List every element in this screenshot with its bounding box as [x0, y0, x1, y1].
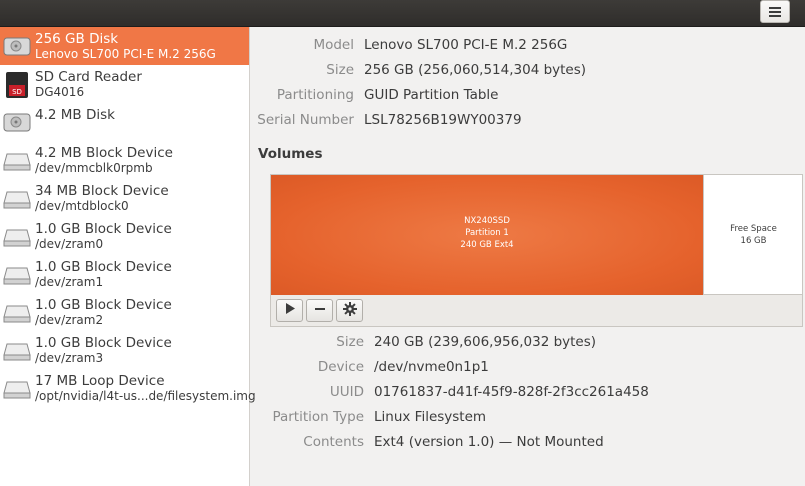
- hard-disk-icon: [3, 34, 31, 58]
- device-name: 34 MB Block Device: [35, 183, 169, 199]
- device-item-4-2mb-disk[interactable]: 4.2 MB Disk: [0, 103, 249, 141]
- device-name: 1.0 GB Block Device: [35, 259, 172, 275]
- block-device-icon: [3, 224, 31, 248]
- disk-detail-panel: Model Lenovo SL700 PCI-E M.2 256G Size 2…: [251, 27, 805, 486]
- device-item-zram0[interactable]: 1.0 GB Block Device /dev/zram0: [0, 217, 249, 255]
- partition-row-device: Device /dev/nvme0n1p1: [251, 359, 805, 379]
- device-item-zram1[interactable]: 1.0 GB Block Device /dev/zram1: [0, 255, 249, 293]
- hamburger-menu-icon[interactable]: [760, 0, 790, 23]
- partition-row-partition-type: Partition Type Linux Filesystem: [251, 409, 805, 429]
- info-value: /dev/nvme0n1p1: [374, 359, 489, 375]
- info-label: Size: [336, 334, 364, 350]
- device-subtitle: /dev/zram1: [35, 275, 104, 289]
- mount-button[interactable]: [276, 299, 303, 322]
- title-bar: [0, 0, 805, 27]
- device-item-mmcblk0rpmb[interactable]: 4.2 MB Block Device /dev/mmcblk0rpmb: [0, 141, 249, 179]
- info-row-model: Model Lenovo SL700 PCI-E M.2 256G: [251, 37, 805, 57]
- block-device-icon: [3, 338, 31, 362]
- block-device-icon: [3, 148, 31, 172]
- info-label: UUID: [329, 384, 364, 400]
- info-value: LSL78256B19WY00379: [364, 112, 522, 128]
- play-icon: [285, 303, 295, 318]
- block-device-icon: [3, 186, 31, 210]
- device-name: 17 MB Loop Device: [35, 373, 165, 389]
- info-value: 240 GB (239,606,956,032 bytes): [374, 334, 597, 350]
- info-value: 01761837-d41f-45f9-828f-2f3cc261a458: [374, 384, 649, 400]
- device-list: 256 GB Disk Lenovo SL700 PCI-E M.2 256G …: [0, 27, 256, 486]
- device-subtitle: DG4016: [35, 85, 85, 99]
- volume-map: NX240SSD Partition 1 240 GB Ext4 Free Sp…: [270, 174, 803, 295]
- device-item-zram2[interactable]: 1.0 GB Block Device /dev/zram2: [0, 293, 249, 331]
- partition-block-selected[interactable]: NX240SSD Partition 1 240 GB Ext4: [271, 175, 703, 295]
- free-space-size: 16 GB: [740, 236, 767, 246]
- info-row-partitioning: Partitioning GUID Partition Table: [251, 87, 805, 107]
- info-value: Linux Filesystem: [374, 409, 487, 425]
- free-space-block[interactable]: Free Space 16 GB: [703, 175, 802, 295]
- volumes-heading: Volumes: [258, 146, 323, 162]
- device-subtitle: /dev/zram3: [35, 351, 104, 365]
- partition-row-contents: Contents Ext4 (version 1.0) — Not Mounte…: [251, 434, 805, 454]
- device-name: SD Card Reader: [35, 69, 142, 85]
- device-subtitle: /dev/mmcblk0rpmb: [35, 161, 153, 175]
- info-row-serial-number: Serial Number LSL78256B19WY00379: [251, 112, 805, 132]
- info-value: 256 GB (256,060,514,304 bytes): [364, 62, 587, 78]
- device-item-loop-device[interactable]: 17 MB Loop Device /opt/nvidia/l4t-us...d…: [0, 369, 256, 407]
- delete-partition-button[interactable]: [306, 299, 333, 322]
- sd-card-icon: SD: [3, 72, 31, 98]
- partition-size-type: 240 GB Ext4: [460, 240, 514, 250]
- info-value: Lenovo SL700 PCI-E M.2 256G: [364, 37, 568, 53]
- partition-row-size: Size 240 GB (239,606,956,032 bytes): [251, 334, 805, 354]
- info-label: Model: [313, 37, 354, 53]
- info-label: Contents: [303, 434, 364, 450]
- info-label: Serial Number: [257, 112, 354, 128]
- volume-toolbar: [270, 295, 803, 327]
- info-row-size: Size 256 GB (256,060,514,304 bytes): [251, 62, 805, 82]
- device-name: 4.2 MB Disk: [35, 107, 115, 123]
- device-name: 256 GB Disk: [35, 31, 119, 47]
- info-label: Partitioning: [276, 87, 354, 103]
- device-name: 1.0 GB Block Device: [35, 335, 172, 351]
- info-value: Ext4 (version 1.0) — Not Mounted: [374, 434, 604, 450]
- block-device-icon: [3, 376, 31, 400]
- partition-row-uuid: UUID 01761837-d41f-45f9-828f-2f3cc261a45…: [251, 384, 805, 404]
- device-subtitle: /opt/nvidia/l4t-us...de/filesystem.img: [35, 389, 256, 403]
- block-device-icon: [3, 262, 31, 286]
- block-device-icon: [3, 300, 31, 324]
- minus-icon: [314, 303, 325, 318]
- device-name: 1.0 GB Block Device: [35, 221, 172, 237]
- partition-label: NX240SSD: [464, 216, 510, 226]
- partition-number: Partition 1: [465, 228, 509, 238]
- device-item-sd-card-reader[interactable]: SD SD Card Reader DG4016: [0, 65, 249, 103]
- info-value: GUID Partition Table: [364, 87, 499, 103]
- partition-options-button[interactable]: [336, 299, 363, 322]
- device-subtitle: /dev/zram2: [35, 313, 104, 327]
- device-item-mtdblock0[interactable]: 34 MB Block Device /dev/mtdblock0: [0, 179, 249, 217]
- free-space-label: Free Space: [730, 224, 777, 234]
- gear-icon: [342, 301, 357, 320]
- device-name: 4.2 MB Block Device: [35, 145, 173, 161]
- info-label: Partition Type: [272, 409, 364, 425]
- device-subtitle: /dev/zram0: [35, 237, 104, 251]
- device-name: 1.0 GB Block Device: [35, 297, 172, 313]
- device-subtitle: Lenovo SL700 PCI-E M.2 256G: [35, 47, 216, 61]
- device-subtitle: /dev/mtdblock0: [35, 199, 129, 213]
- device-item-256gb-disk[interactable]: 256 GB Disk Lenovo SL700 PCI-E M.2 256G: [0, 27, 249, 65]
- info-label: Device: [317, 359, 364, 375]
- svg-text:SD: SD: [12, 88, 22, 96]
- device-item-zram3[interactable]: 1.0 GB Block Device /dev/zram3: [0, 331, 249, 369]
- info-label: Size: [326, 62, 354, 78]
- hard-disk-icon: [3, 110, 31, 134]
